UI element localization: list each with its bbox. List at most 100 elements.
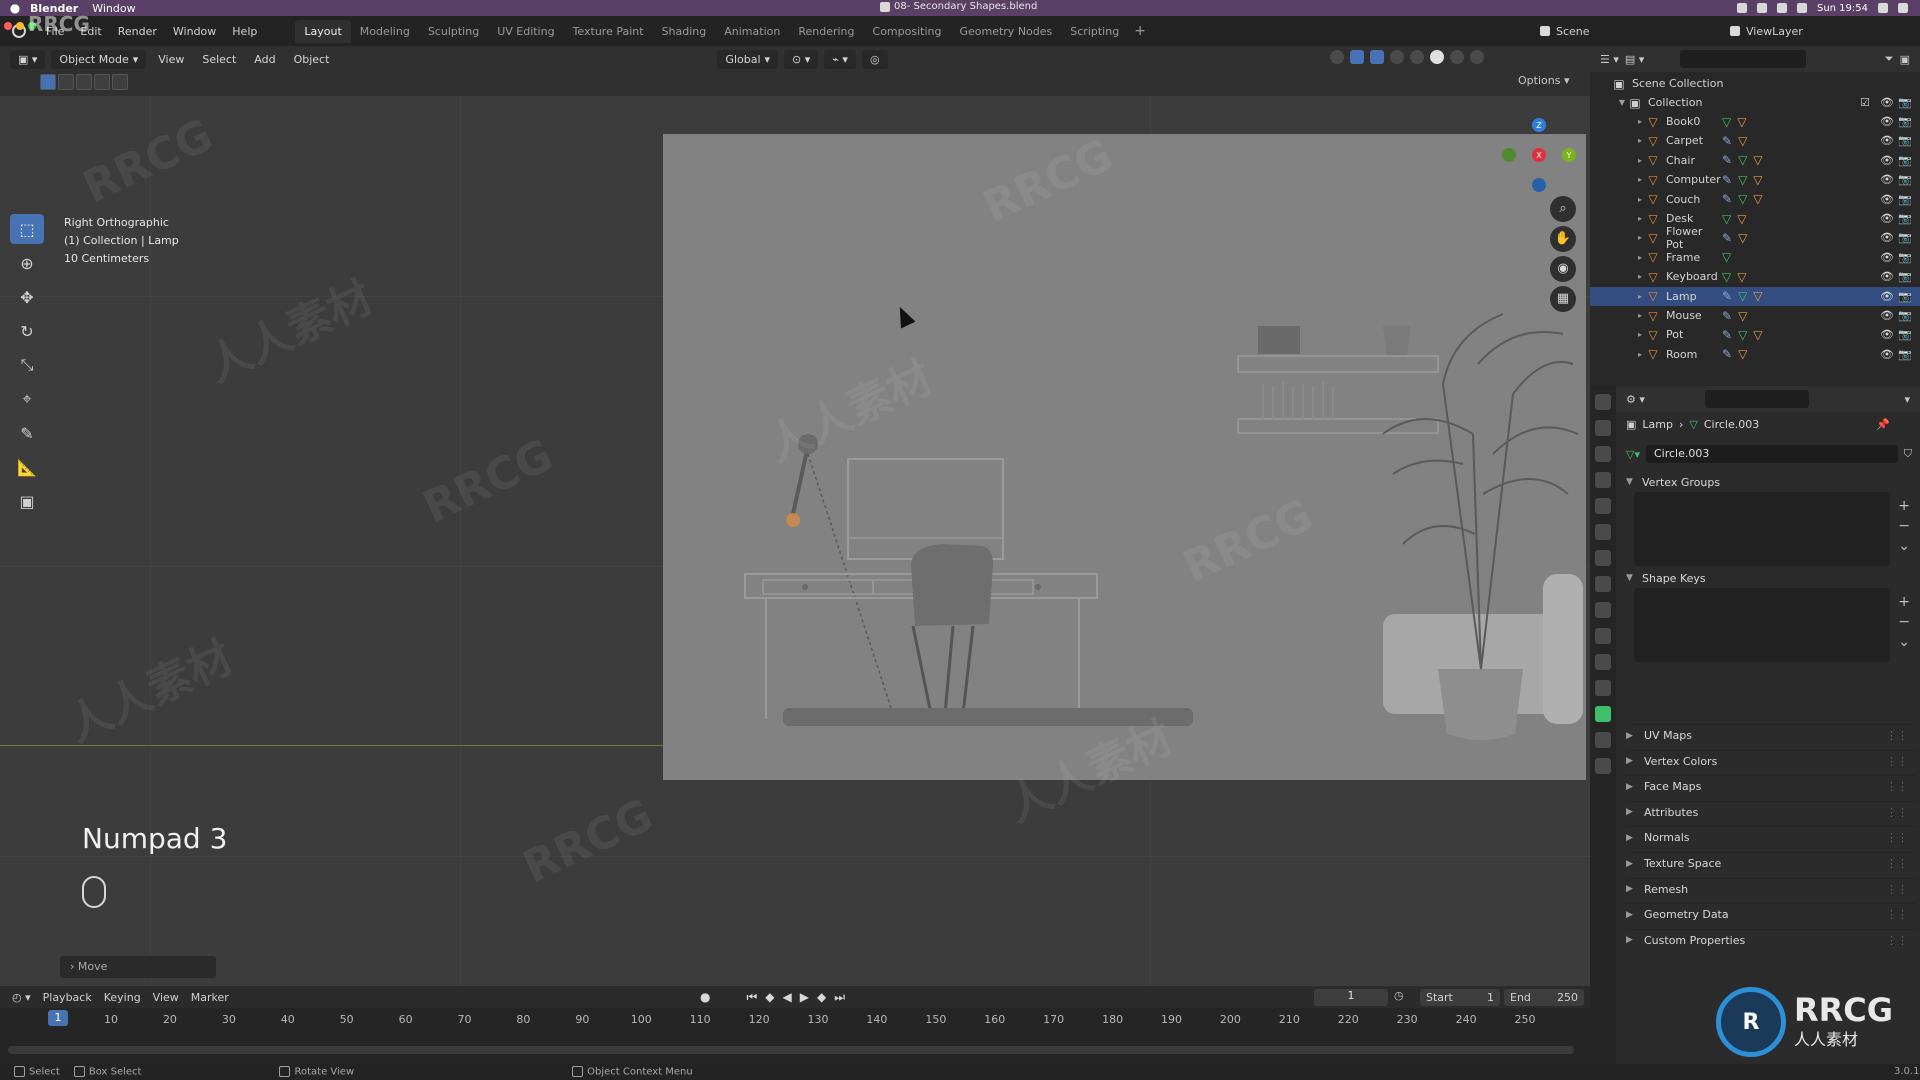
material-icon[interactable]: ▽: [1738, 347, 1747, 361]
rendered-shading-icon[interactable]: [1470, 50, 1484, 64]
app-menu-window[interactable]: Window: [92, 2, 135, 15]
display-mode-icon[interactable]: ▤ ▾: [1625, 53, 1644, 66]
timeline-editor[interactable]: ◴ ▾ Playback Keying View Marker ● ⏮ ◆ ◀ …: [0, 986, 1590, 1064]
mesh-data-icon[interactable]: ▽: [1738, 153, 1747, 167]
modifier-wrench-icon[interactable]: ✎: [1722, 192, 1732, 206]
modifier-wrench-icon[interactable]: ✎: [1722, 309, 1732, 323]
end-frame-field[interactable]: End 250: [1504, 989, 1584, 1006]
vertex-group-menu-icon[interactable]: ⌄: [1898, 536, 1910, 556]
mesh-data-icon[interactable]: ▽: [1738, 289, 1747, 303]
expand-caret-icon[interactable]: ▸: [1634, 253, 1646, 262]
3d-viewport[interactable]: ⬚ ⊕ ✥ ↻ ⤡ ⌖ ✎ 📐 ▣ Right Orthographic (1)…: [0, 96, 1590, 986]
tab-texture-paint[interactable]: Texture Paint: [564, 20, 653, 43]
annotate-tool-icon[interactable]: ✎: [10, 418, 44, 448]
tab-compositing[interactable]: Compositing: [864, 20, 951, 43]
drag-handle-icon[interactable]: ⋮⋮: [1886, 908, 1908, 921]
tab-sculpting[interactable]: Sculpting: [419, 20, 488, 43]
mesh-data-icon[interactable]: ▽: [1738, 173, 1747, 187]
expand-caret-icon[interactable]: ▼: [1616, 98, 1628, 107]
mesh-data-icon[interactable]: ▽: [1738, 328, 1747, 342]
current-frame-field[interactable]: 1: [1314, 989, 1388, 1006]
x-axis-ball[interactable]: X: [1532, 148, 1546, 162]
select-extend-icon[interactable]: [58, 74, 74, 90]
menu-add[interactable]: Add: [248, 53, 281, 66]
camera-icon[interactable]: 📷: [1898, 115, 1912, 128]
outliner-item[interactable]: ▸ ▽ Flower Pot ✎ ▽ 👁 📷: [1590, 225, 1920, 251]
volume-icon[interactable]: [1796, 3, 1807, 13]
record-icon[interactable]: ●: [700, 990, 710, 1005]
outliner-item[interactable]: ▸ ▽ Desk ▽ ▽ 👁 📷: [1590, 209, 1920, 228]
close-window-button[interactable]: [4, 22, 12, 30]
mesh-data-icon[interactable]: ▽: [1722, 270, 1731, 284]
tab-rendering[interactable]: Rendering: [789, 20, 863, 43]
drag-handle-icon[interactable]: ⋮⋮: [1886, 780, 1908, 793]
remove-vertex-group-button[interactable]: −: [1898, 516, 1910, 536]
properties-editor-type-icon[interactable]: ⚙ ▾: [1626, 393, 1645, 406]
collapsed-panel[interactable]: ▶ Face Maps ⋮⋮: [1626, 775, 1916, 797]
texture-tab-icon[interactable]: [1595, 758, 1611, 774]
new-collection-icon[interactable]: ▣: [1900, 53, 1910, 66]
orientation-dropdown[interactable]: Global ▾: [717, 49, 779, 69]
camera-icon[interactable]: 📷: [1898, 134, 1912, 147]
expand-caret-icon[interactable]: ▸: [1634, 195, 1646, 204]
material-icon[interactable]: ▽: [1738, 309, 1747, 323]
camera-icon[interactable]: 📷: [1898, 173, 1912, 186]
outliner-item[interactable]: ▸ ▽ Couch ✎ ▽ ▽ 👁 📷: [1590, 190, 1920, 209]
expand-caret-icon[interactable]: ▸: [1634, 136, 1646, 145]
drag-handle-icon[interactable]: ⋮⋮: [1886, 883, 1908, 896]
menu-timeline-view[interactable]: View: [153, 991, 179, 1004]
menu-select[interactable]: Select: [196, 53, 242, 66]
z-axis-ball[interactable]: Z: [1532, 118, 1546, 132]
mesh-data-icon[interactable]: ▽: [1722, 250, 1731, 264]
navigation-gizmo[interactable]: Z X Y: [1500, 118, 1580, 198]
options-dropdown[interactable]: Options ▾: [1518, 74, 1569, 87]
y-axis-ball[interactable]: Y: [1562, 148, 1576, 162]
expand-caret-icon[interactable]: ▸: [1634, 214, 1646, 223]
eye-icon[interactable]: 👁: [1880, 309, 1894, 322]
drag-handle-icon[interactable]: ⋮⋮: [1886, 934, 1908, 947]
object-tab-icon[interactable]: [1595, 576, 1611, 592]
camera-icon[interactable]: 📷: [1898, 96, 1912, 109]
outliner-item[interactable]: ▸ ▽ Computer ✎ ▽ ▽ 👁 📷: [1590, 170, 1920, 189]
properties-search-input[interactable]: [1704, 390, 1809, 408]
eye-icon[interactable]: 👁: [1880, 154, 1894, 167]
apple-icon[interactable]: ●: [0, 1, 30, 15]
outliner-editor-type-icon[interactable]: ☰ ▾: [1600, 53, 1619, 66]
outliner-item[interactable]: ▸ ▽ Keyboard ▽ ▽ 👁 📷: [1590, 267, 1920, 286]
tool-tab-icon[interactable]: [1595, 394, 1611, 410]
eye-icon[interactable]: 👁: [1880, 348, 1894, 361]
modifier-wrench-icon[interactable]: ✎: [1722, 328, 1732, 342]
shape-key-menu-icon[interactable]: ⌄: [1898, 632, 1910, 652]
timeline-scrollbar[interactable]: [8, 1046, 1574, 1054]
visibility-icon[interactable]: [1330, 50, 1344, 64]
menu-keying[interactable]: Keying: [104, 991, 141, 1004]
play-icon[interactable]: ▶: [800, 990, 809, 1005]
camera-icon[interactable]: 📷: [1898, 290, 1912, 303]
modifier-wrench-icon[interactable]: ✎: [1722, 289, 1732, 303]
eye-icon[interactable]: 👁: [1880, 251, 1894, 264]
expand-caret-icon[interactable]: ▸: [1634, 330, 1646, 339]
timeline-editor-type-icon[interactable]: ◴ ▾: [12, 991, 31, 1004]
camera-icon[interactable]: 📷: [1898, 231, 1912, 244]
modifier-tab-icon[interactable]: [1595, 602, 1611, 618]
properties-options-icon[interactable]: ▾: [1904, 393, 1910, 406]
select-box-tool-icon[interactable]: ⬚: [10, 214, 44, 244]
menu-render[interactable]: Render: [110, 25, 165, 38]
editor-type-dropdown[interactable]: ▣ ▾: [10, 49, 46, 69]
xray-icon[interactable]: [1390, 50, 1404, 64]
collapsed-panel[interactable]: ▶ Texture Space ⋮⋮: [1626, 852, 1916, 874]
pin-icon[interactable]: 📌: [1876, 418, 1890, 431]
camera-icon[interactable]: 📷: [1898, 348, 1912, 361]
drag-handle-icon[interactable]: ⋮⋮: [1886, 806, 1908, 819]
collapsed-panel[interactable]: ▶ UV Maps ⋮⋮: [1626, 724, 1916, 746]
vertex-groups-list[interactable]: [1634, 492, 1890, 566]
render-tab-icon[interactable]: [1595, 420, 1611, 436]
frame-ruler[interactable]: 1 10 20 30 40 50 60 70 80 90 100 110 120 130 140 150 160…: [0, 1010, 1590, 1030]
physics-tab-icon[interactable]: [1595, 654, 1611, 670]
menu-extra-icon[interactable]: [1756, 3, 1767, 13]
proportional-edit-toggle[interactable]: ◎: [861, 49, 888, 69]
collapsed-panel[interactable]: ▶ Vertex Colors ⋮⋮: [1626, 749, 1916, 772]
collapsed-panel[interactable]: ▶ Custom Properties ⋮⋮: [1626, 928, 1916, 951]
modifier-wrench-icon[interactable]: ✎: [1722, 347, 1732, 361]
mesh-data-icon[interactable]: ▽: [1722, 115, 1731, 129]
